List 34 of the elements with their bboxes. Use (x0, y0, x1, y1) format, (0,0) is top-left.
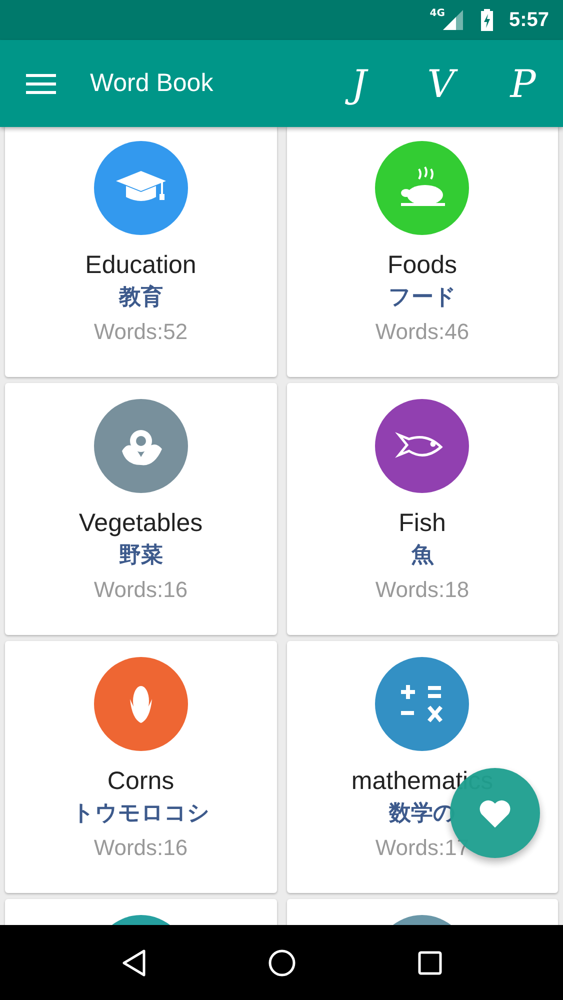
word-count: Words:16 (94, 576, 188, 604)
category-japanese: トウモロコシ (72, 800, 210, 828)
category-card[interactable]: Education 教育 Words:52 (5, 127, 276, 377)
script-letter-button[interactable]: J (329, 62, 389, 106)
category-name: Vegetables (78, 508, 203, 539)
network-label: 4G (430, 8, 445, 19)
script-letter-button[interactable]: V (411, 62, 471, 106)
signal-icon (442, 10, 463, 30)
category-japanese: フード (388, 284, 456, 312)
category-card[interactable]: Vegetables 野菜 Words:16 (5, 383, 276, 635)
back-icon[interactable] (120, 948, 147, 976)
recent-apps-icon[interactable] (418, 950, 442, 974)
category-card[interactable]: Corns トウモロコシ Words:16 (5, 641, 276, 893)
word-count: Words:16 (94, 834, 188, 862)
word-count: Words:46 (375, 318, 470, 346)
category-card[interactable]: Fish 魚 Words:18 (286, 383, 558, 635)
word-count: Words:17 (375, 834, 470, 862)
word-count: Words:18 (375, 576, 470, 604)
category-japanese: 野菜 (118, 542, 163, 570)
category-card[interactable]: Foods フード Words:46 (286, 127, 558, 377)
word-count: Words:52 (94, 318, 188, 346)
home-icon[interactable] (268, 948, 296, 976)
clock-time: 5:57 (508, 8, 549, 32)
category-japanese: 教育 (118, 284, 163, 312)
category-name: Education (85, 250, 196, 281)
menu-icon[interactable] (26, 72, 56, 94)
battery-charging-icon (480, 9, 493, 31)
category-name: Foods (388, 250, 457, 281)
script-letter-button[interactable]: P (493, 62, 553, 106)
category-japanese: 魚 (411, 542, 434, 570)
category-name: Corns (107, 766, 174, 797)
heart-icon (478, 798, 512, 828)
category-name: Fish (398, 508, 446, 539)
app-title: Word Book (90, 69, 214, 98)
